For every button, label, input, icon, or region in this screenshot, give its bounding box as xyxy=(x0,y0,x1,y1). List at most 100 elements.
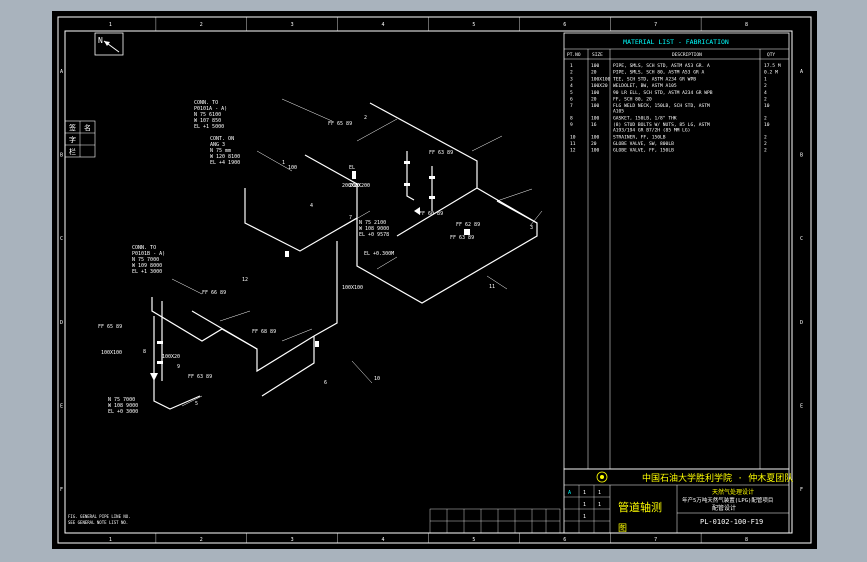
header-description: DESCRIPTION xyxy=(672,52,702,58)
annotations: CONN. TO P0101A - A) N 75 6100 W 107 850… xyxy=(98,100,533,415)
material-row-desc: FF, SCH 80, 20 xyxy=(613,97,652,103)
coord-mid-3: EL +0 9578 xyxy=(359,232,389,238)
material-row-desc: A105 xyxy=(613,109,624,115)
conn-top-5: EL +1 5000 xyxy=(194,124,224,130)
header-size: SIZE xyxy=(592,52,603,58)
material-row-pt: 8 xyxy=(570,115,573,121)
material-row-qty: 2 xyxy=(764,97,767,103)
drawing-name-sub: 图 xyxy=(618,523,627,534)
left-side-strip: 签 字 栏 名 xyxy=(64,120,96,158)
material-row-desc: TEE, SCH STD, ASTM A234 GR WPB xyxy=(613,76,696,82)
rev-cell-5: 1 xyxy=(598,502,601,508)
material-row-qty: 0.2 M xyxy=(764,70,778,76)
side-label-4: 名 xyxy=(84,123,91,132)
material-row-desc: PIPE, SMLS, SCH STD, ASTM A53 GR. A xyxy=(613,63,710,69)
border-number-bottom: 1 xyxy=(109,537,112,543)
item-number-7: 7 xyxy=(349,215,352,221)
conn-left-5: EL +1 3000 xyxy=(132,269,162,275)
rev-cell-1: A xyxy=(568,490,571,496)
material-row-size: 100 xyxy=(591,103,600,109)
material-row-desc: 90 LR ELL, SCH STD, ASTM A234 GR WPB xyxy=(613,90,713,96)
isometric-drawing: 1 2 3 4 5 6 7 8A AB BC CD DE EF F 12345678 签 字 栏 名 N xyxy=(57,16,812,544)
material-row-desc: FLG WELD NECK, 150LB, SCH STD, ASTM xyxy=(613,103,710,109)
border-letter-left: B xyxy=(60,153,63,159)
border-number-top: 5 xyxy=(472,22,475,28)
ff-tag-6: FF 66 89 xyxy=(202,290,226,296)
header-qty: QTY xyxy=(767,52,775,58)
ff-tag-3: FF 60 89 xyxy=(419,211,443,217)
side-label-1: 签 xyxy=(69,123,76,132)
border-number-bottom: 6 xyxy=(563,537,566,543)
border-letter-right: A xyxy=(800,69,803,75)
item-number-9: 9 xyxy=(177,364,180,370)
item-number-1: 1 xyxy=(282,160,285,166)
material-row-qty: 10 xyxy=(764,122,770,128)
ff-tag-2: FF 63 89 xyxy=(429,150,453,156)
border-top-numbers: 1 2 3 4 5 6 7 8A AB BC CD DE EF F xyxy=(60,17,803,493)
material-row-size: 100X20 xyxy=(591,83,608,89)
material-row-pt: 9 xyxy=(570,122,573,128)
revision-strip xyxy=(429,508,561,534)
rev-cell-4: 1 xyxy=(583,502,586,508)
item-number-2: 2 xyxy=(364,115,367,121)
border-letter-left: E xyxy=(60,404,63,410)
ff-tag-1: FF 65 89 xyxy=(328,121,352,127)
material-row-qty: 10 xyxy=(764,103,770,109)
material-row-desc: STRAINER, FF, 150LB xyxy=(613,134,666,140)
border-letter-right: F xyxy=(800,487,803,493)
border-letter-right: E xyxy=(800,404,803,410)
material-row-pt: 12 xyxy=(570,148,576,154)
border-letter-right: D xyxy=(800,320,803,326)
cad-screen: 12345678AABBCCDDEEFF 12345678 签 字 栏 名 N xyxy=(0,0,867,562)
outer-border xyxy=(57,16,812,544)
material-row-size: 100 xyxy=(591,90,600,96)
material-row-pt: 6 xyxy=(570,97,573,103)
border-number-top: 4 xyxy=(382,22,385,28)
ff-tag-4: FF 62 89 xyxy=(456,222,480,228)
material-row-qty: 1 xyxy=(764,76,767,82)
material-row-pt: 1 xyxy=(570,63,573,69)
el-label: EL xyxy=(349,165,355,171)
side-label-3: 栏 xyxy=(69,147,76,156)
ff-tag-7: FF 68 89 xyxy=(252,329,276,335)
ff-tag-8: FF 65 89 xyxy=(98,324,122,330)
project-line-3: 配管设计 xyxy=(712,504,736,512)
border-letter-right: C xyxy=(800,236,803,242)
material-row-qty: 2 xyxy=(764,134,767,140)
material-row-size: 100 xyxy=(591,63,600,69)
border-number-bottom: 3 xyxy=(291,537,294,543)
material-row-size: 20 xyxy=(591,97,597,103)
border-number-bottom: 2 xyxy=(200,537,203,543)
project-line-1: 天然气处理设计 xyxy=(712,488,754,496)
material-row-pt: 7 xyxy=(570,103,573,109)
material-row-size: 20 xyxy=(591,141,597,147)
material-row-qty: 2 xyxy=(764,141,767,147)
material-row-desc: GASKET, 150LB, 1/8" THK xyxy=(613,115,677,121)
project-line-2: 年产5万吨天然气装置(LPG)配管项目 xyxy=(682,496,773,504)
border-number-bottom: 5 xyxy=(472,537,475,543)
north-arrow: N xyxy=(94,32,124,56)
drawing-name: 管道轴测 xyxy=(618,500,662,514)
item-number-6: 6 xyxy=(324,380,327,386)
material-row-size: 100X100 xyxy=(591,76,611,82)
drawing-viewport[interactable]: 12345678AABBCCDDEEFF 12345678 签 字 栏 名 N xyxy=(52,11,817,549)
material-row-qty: 2 xyxy=(764,148,767,154)
pipe-size-4: 100X20 xyxy=(162,354,180,360)
material-row-qty: 2 xyxy=(764,115,767,121)
rev-cell-6: 1 xyxy=(583,514,586,520)
cont-5: EL +4 1900 xyxy=(210,160,240,166)
bottom-note-1: FIG. GENERAL PIPE LINE NO. xyxy=(68,514,131,519)
pipe-size-1: 100 xyxy=(288,165,297,171)
border-number-top: 2 xyxy=(200,22,203,28)
rev-cell-3: 1 xyxy=(598,490,601,496)
material-row-size: 100 xyxy=(591,115,600,121)
material-row-desc: (8) STUD BOLTS W/ NUTS, 85 LG, ASTM xyxy=(613,122,710,128)
border-letter-left: A xyxy=(60,69,63,75)
item-number-3: 3 xyxy=(530,225,533,231)
border-bottom-numbers: 1 2 3 4 5 6 7 8 xyxy=(109,533,748,543)
north-label: N xyxy=(98,36,103,45)
border-number-bottom: 4 xyxy=(382,537,385,543)
border-number-bottom: 7 xyxy=(654,537,657,543)
border-letter-left: C xyxy=(60,236,63,242)
border-letter-left: D xyxy=(60,320,63,326)
